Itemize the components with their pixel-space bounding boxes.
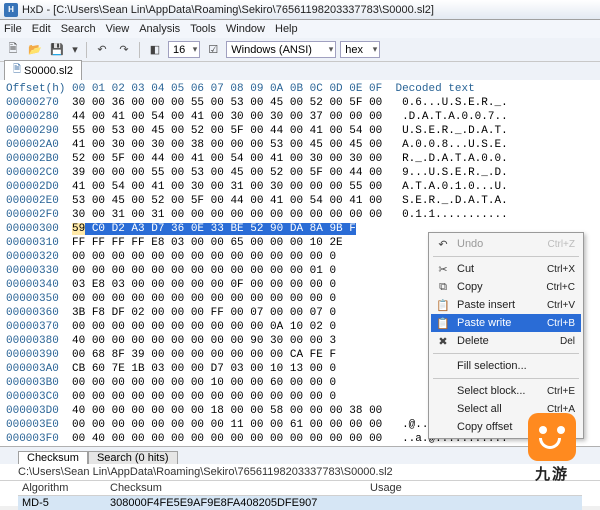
menu-tools[interactable]: Tools bbox=[190, 23, 216, 35]
menubar: File Edit Search View Analysis Tools Win… bbox=[0, 20, 600, 38]
ctx-delete[interactable]: ✖DeleteDel bbox=[431, 332, 581, 350]
encoding-combo[interactable]: Windows (ANSI) bbox=[226, 41, 336, 58]
ctx-icon: 📋 bbox=[436, 299, 450, 312]
redo-icon[interactable]: ↷ bbox=[115, 41, 133, 59]
menu-analysis[interactable]: Analysis bbox=[139, 23, 180, 35]
results-panel: Results Checksum Search (0 hits) C:\User… bbox=[0, 446, 600, 506]
col-checksum: Checksum bbox=[106, 481, 366, 495]
new-file-icon[interactable]: 🗎 bbox=[4, 41, 22, 59]
document-icon: 🗎 bbox=[13, 62, 21, 79]
toggle-icon[interactable]: ◧ bbox=[146, 41, 164, 59]
toolbar: 🗎 📂 💾 ▾ ↶ ↷ ◧ 16 ☑ Windows (ANSI) hex bbox=[0, 38, 600, 62]
ctx-undo: ↶UndoCtrl+Z bbox=[431, 235, 581, 253]
bytes-per-row-combo[interactable]: 16 bbox=[168, 41, 200, 58]
smiley-icon bbox=[528, 413, 576, 461]
base-combo[interactable]: hex bbox=[340, 41, 380, 58]
menu-view[interactable]: View bbox=[106, 23, 130, 35]
ctx-icon: ✖ bbox=[436, 335, 450, 348]
menu-separator bbox=[433, 256, 579, 257]
ctx-paste-insert[interactable]: 📋Paste insertCtrl+V bbox=[431, 296, 581, 314]
menu-edit[interactable]: Edit bbox=[32, 23, 51, 35]
window-titlebar: H HxD - [C:\Users\Sean Lin\AppData\Roami… bbox=[0, 0, 600, 20]
window-title: HxD - [C:\Users\Sean Lin\AppData\Roaming… bbox=[22, 4, 434, 16]
ctx-fill-selection-[interactable]: Fill selection... bbox=[431, 357, 581, 375]
context-menu: ↶UndoCtrl+Z ✂CutCtrl+X⧉CopyCtrl+C📋Paste i… bbox=[428, 232, 584, 439]
undo-icon[interactable]: ↶ bbox=[93, 41, 111, 59]
menu-separator bbox=[433, 378, 579, 379]
misc-check-icon[interactable]: ☑ bbox=[204, 41, 222, 59]
document-tabstrip: 🗎 S0000.sl2 bbox=[0, 62, 600, 80]
watermark-logo: 九游 bbox=[528, 413, 576, 484]
ctx-cut[interactable]: ✂CutCtrl+X bbox=[431, 260, 581, 278]
file-path: C:\Users\Sean Lin\AppData\Roaming\Sekiro… bbox=[0, 464, 600, 481]
col-usage: Usage bbox=[366, 481, 516, 495]
tab-checksum[interactable]: Checksum bbox=[18, 451, 88, 464]
checksum-row[interactable]: MD-5 308000F4FE5E9AF9E8FA408205DFE907 bbox=[18, 496, 582, 510]
tab-search[interactable]: Search (0 hits) bbox=[88, 451, 178, 464]
ctx-icon: ✂ bbox=[436, 263, 450, 276]
ctx-select-block-[interactable]: Select block...Ctrl+E bbox=[431, 382, 581, 400]
document-tab-label: S0000.sl2 bbox=[24, 65, 73, 77]
document-tab[interactable]: 🗎 S0000.sl2 bbox=[4, 60, 82, 80]
open-file-icon[interactable]: 📂 bbox=[26, 41, 44, 59]
ctx-icon: ↶ bbox=[436, 238, 450, 251]
menu-window[interactable]: Window bbox=[226, 23, 265, 35]
ctx-icon: 📋 bbox=[436, 317, 450, 330]
ctx-copy[interactable]: ⧉CopyCtrl+C bbox=[431, 278, 581, 296]
menu-file[interactable]: File bbox=[4, 23, 22, 35]
watermark-text: 九游 bbox=[528, 463, 576, 484]
menu-search[interactable]: Search bbox=[61, 23, 96, 35]
app-icon: H bbox=[4, 3, 18, 17]
ctx-paste-write[interactable]: 📋Paste writeCtrl+B bbox=[431, 314, 581, 332]
save-file-icon[interactable]: 💾 bbox=[48, 41, 66, 59]
save-dropdown-icon[interactable]: ▾ bbox=[70, 41, 80, 59]
ctx-icon: ⧉ bbox=[436, 281, 450, 294]
menu-help[interactable]: Help bbox=[275, 23, 298, 35]
col-algorithm: Algorithm bbox=[18, 481, 106, 495]
menu-separator bbox=[433, 353, 579, 354]
